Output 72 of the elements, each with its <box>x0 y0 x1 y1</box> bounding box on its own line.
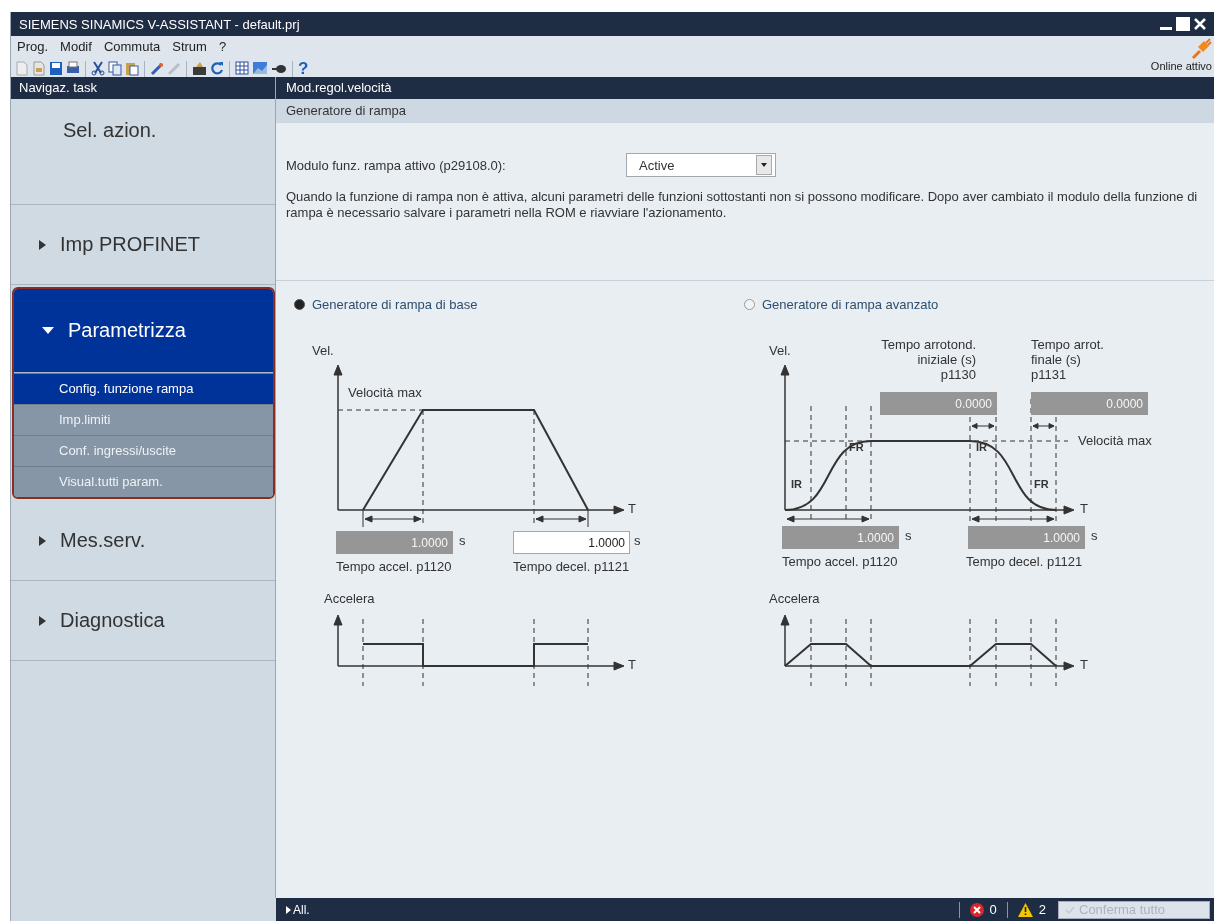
curve-marker: FR <box>1034 478 1049 490</box>
max-speed-label: Velocità max <box>348 385 422 400</box>
caret-right-icon <box>39 535 46 546</box>
caret-right-icon[interactable] <box>286 905 291 914</box>
axis-label: Accelera <box>769 591 820 606</box>
menu-item[interactable]: ? <box>218 39 227 57</box>
rounding-time-label: Tempo arrot. <box>1031 337 1105 352</box>
sidebar-subitem[interactable]: Config. funzione rampa <box>14 373 273 404</box>
chip-icon[interactable] <box>192 61 207 76</box>
option-label[interactable]: Generatore di rampa avanzato <box>762 297 939 312</box>
sidebar-item[interactable]: Mes.serv. <box>11 501 275 581</box>
help-button[interactable]: ? <box>298 59 309 78</box>
decel-time-field[interactable]: 1.0000 <box>513 531 630 554</box>
window-title: SIEMENS SINAMICS V-ASSISTANT - default.prj <box>19 16 300 32</box>
axis-label: T <box>1080 657 1088 672</box>
sidebar-header: Navigaz. task <box>11 77 275 99</box>
warning-count: 2 <box>1038 902 1046 917</box>
option-label[interactable]: Generatore di rampa di base <box>312 297 478 312</box>
field-caption: Tempo accel. p1120 <box>782 554 898 569</box>
table-icon[interactable] <box>235 61 249 76</box>
unit-label: s <box>1091 528 1098 543</box>
rounding-time-label: p1130 <box>939 367 976 382</box>
rounding-time-label: Tempo arrotond. <box>880 337 976 352</box>
curve-marker: IR <box>791 478 802 490</box>
menu-item[interactable]: Commuta <box>103 39 161 57</box>
menu-item[interactable]: Prog. <box>17 39 49 57</box>
paste-icon[interactable] <box>125 61 139 76</box>
unit-label: s <box>634 533 641 548</box>
menu-item[interactable]: Strum <box>172 39 207 57</box>
field-caption: Tempo decel. p1121 <box>966 554 1083 569</box>
cut-icon[interactable] <box>91 61 105 76</box>
rounding-time-label: finale (s) <box>1031 352 1082 367</box>
sidebar-item[interactable]: Parametrizza <box>14 289 273 373</box>
axis-label: Vel. <box>312 343 334 358</box>
page-header: Mod.regol.velocità <box>276 77 1214 99</box>
axis-label: T <box>628 501 636 516</box>
axis-label: Accelera <box>324 591 375 606</box>
error-count: 0 <box>989 902 997 917</box>
error-icon <box>969 902 984 917</box>
rounding-time-label: iniziale (s) <box>916 352 976 367</box>
axis-label: T <box>628 657 636 672</box>
warning-icon <box>1017 902 1033 917</box>
note-text: Quando la funzione di rampa non è attiva, alcuni parametri delle funzioni sottostanti non si possono modificare. Dopo aver cambiato il modulo della funzione di rampa è necessario salvare i parametri nella ROM e riavviare l'azionamento. <box>286 189 1199 221</box>
axis-label: T <box>1080 501 1088 516</box>
caret-right-icon <box>39 239 46 250</box>
connection-status: Online attivo <box>1150 60 1212 72</box>
print-icon[interactable] <box>66 61 80 76</box>
caret-down-icon <box>42 327 54 334</box>
axis-label: Vel. <box>769 343 791 358</box>
save-icon[interactable] <box>49 61 63 76</box>
copy-icon[interactable] <box>108 61 122 76</box>
rounding-time-label: p1131 <box>1031 367 1068 382</box>
radio-button[interactable] <box>294 299 305 310</box>
menu-item[interactable]: Modif <box>60 39 92 57</box>
sidebar-item[interactable]: Sel. azion. <box>11 99 275 205</box>
caret-right-icon <box>39 615 46 626</box>
section-header: Generatore di rampa <box>276 99 1214 123</box>
max-speed-label: Velocità max <box>1078 433 1152 448</box>
close-icon[interactable] <box>1194 18 1206 30</box>
check-icon <box>1065 905 1075 914</box>
field-caption: Tempo accel. p1120 <box>336 559 452 574</box>
sidebar-item[interactable]: Imp PROFINET <box>11 205 275 285</box>
radio-button[interactable] <box>744 299 755 310</box>
caret-down-icon <box>761 163 767 167</box>
field-label: Modulo funz. rampa attivo (p29108.0): <box>286 157 507 173</box>
mode-dropdown[interactable]: Active <box>626 153 776 177</box>
unit-label: s <box>905 528 912 543</box>
filter-label[interactable]: All. <box>293 902 310 917</box>
sidebar-item[interactable]: Diagnostica <box>11 581 275 661</box>
unit-label: s <box>459 533 466 548</box>
field-caption: Tempo decel. p1121 <box>513 559 630 574</box>
refresh-icon[interactable] <box>210 61 224 76</box>
